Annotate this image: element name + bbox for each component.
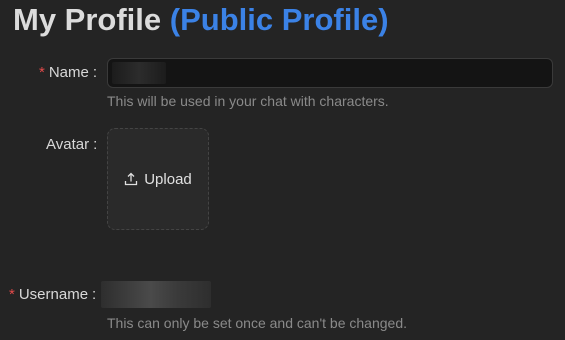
username-value-redacted: [101, 281, 211, 308]
page-subtitle: (Public Profile): [169, 2, 389, 37]
name-label: * Name:: [39, 64, 97, 82]
name-help-text: This will be used in your chat with char…: [107, 93, 389, 109]
label-colon: :: [93, 136, 98, 153]
upload-label: Upload: [144, 170, 192, 188]
label-colon: :: [92, 286, 97, 303]
page-title: My Profile (Public Profile): [13, 0, 389, 40]
required-mark: *: [39, 64, 45, 81]
username-label-text: Username: [18, 286, 89, 303]
username-label: * Username:: [9, 286, 96, 304]
profile-page: My Profile (Public Profile) * Name: This …: [0, 0, 565, 340]
label-colon: :: [92, 64, 98, 81]
name-value-redacted: [112, 62, 166, 84]
required-mark: *: [9, 286, 15, 303]
upload-icon: [125, 172, 138, 186]
page-title-text: My Profile: [13, 2, 162, 37]
avatar-label: Avatar:: [46, 136, 97, 154]
avatar-label-text: Avatar: [46, 136, 90, 153]
avatar-upload-button[interactable]: Upload: [107, 128, 209, 230]
name-input[interactable]: [107, 58, 553, 88]
username-help-text: This can only be set once and can't be c…: [107, 315, 407, 331]
name-label-text: Name: [48, 64, 89, 81]
